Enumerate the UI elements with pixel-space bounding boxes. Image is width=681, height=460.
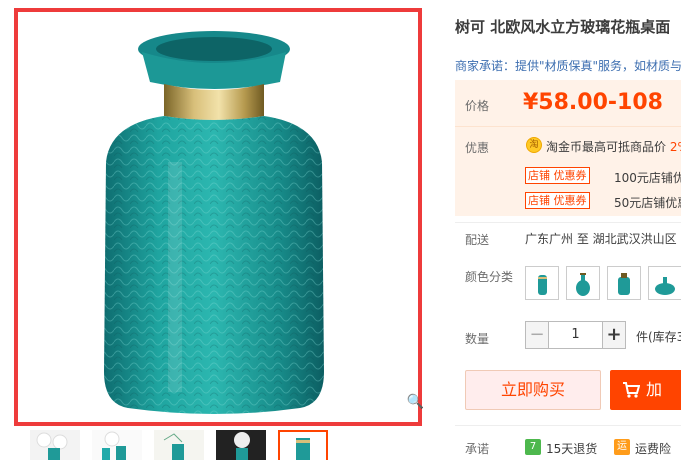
shipping-insurance-icon: 运 xyxy=(614,439,630,455)
coupon-tag[interactable]: 店铺 优惠券 xyxy=(525,192,590,209)
thumbnail[interactable] xyxy=(30,430,80,460)
promise-label: 承诺 xyxy=(465,442,490,456)
thumbnail[interactable] xyxy=(216,430,266,460)
thumbnail[interactable] xyxy=(92,430,142,460)
promise-return[interactable]: 15天退货 xyxy=(546,440,597,457)
price-value: ¥58.00-108 xyxy=(523,90,663,115)
cart-icon xyxy=(623,382,640,398)
coupon-tag[interactable]: 店铺 优惠券 xyxy=(525,167,590,184)
add-to-cart-label: 加 xyxy=(646,380,663,399)
return-icon: 7 xyxy=(525,439,541,455)
promise-shipping-insurance[interactable]: 运费险 xyxy=(635,440,671,457)
divider xyxy=(455,425,681,426)
vase-image xyxy=(104,31,324,414)
color-label: 颜色分类 xyxy=(465,270,514,284)
coin-pct: 2% xyxy=(669,140,681,154)
color-swatch[interactable] xyxy=(648,266,681,300)
zoom-icon[interactable]: 🔍 xyxy=(407,394,424,410)
thumbnail[interactable] xyxy=(154,430,204,460)
product-title: 树可 北欧风水立方玻璃花瓶桌面 xyxy=(455,18,671,36)
quantity-unit-stock: 件(库存3 xyxy=(636,330,681,344)
buy-now-button[interactable]: 立即购买 xyxy=(465,370,601,410)
coin-text: 淘金币最高可抵商品价 2% xyxy=(546,138,681,155)
price-label: 价格 xyxy=(465,99,490,113)
quantity-input[interactable]: 1 xyxy=(549,321,602,349)
thumbnail-strip xyxy=(30,430,350,460)
coin-text-main: 淘金币最高可抵商品价 xyxy=(546,140,670,154)
divider xyxy=(455,222,681,223)
quantity-increase-button[interactable]: + xyxy=(602,321,626,349)
taobao-coin-icon: 淘 xyxy=(526,137,542,153)
shipping-destination[interactable]: 广东广州 至 湖北武汉洪山区 xyxy=(525,230,677,247)
main-product-image[interactable]: 🔍 xyxy=(14,8,424,426)
shipping-label: 配送 xyxy=(465,233,490,247)
coupon-text[interactable]: 100元店铺优 xyxy=(614,169,681,186)
coupon-text[interactable]: 50元店铺优惠 xyxy=(614,194,681,211)
color-swatch[interactable] xyxy=(607,266,641,300)
color-swatch[interactable] xyxy=(525,266,559,300)
merchant-promise[interactable]: 商家承诺：提供"材质保真"服务，如材质与 xyxy=(455,57,681,74)
divider xyxy=(455,126,681,127)
thumbnail-active[interactable] xyxy=(278,430,328,460)
promo-label: 优惠 xyxy=(465,141,490,155)
add-to-cart-button[interactable]: 加 xyxy=(610,370,681,410)
quantity-label: 数量 xyxy=(465,332,490,346)
color-swatch[interactable] xyxy=(566,266,600,300)
quantity-decrease-button[interactable]: − xyxy=(525,321,549,349)
